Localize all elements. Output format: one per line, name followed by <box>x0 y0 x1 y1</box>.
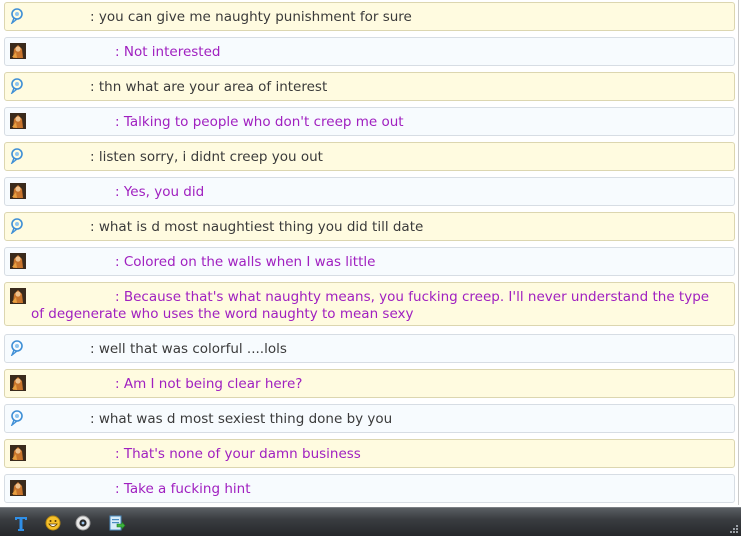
message-row: : Take a fucking hint <box>4 474 735 503</box>
file-transfer-icon[interactable] <box>108 514 126 532</box>
message-text: : Am I not being clear here? <box>115 376 303 392</box>
message-text: : Because that's what naughty means, you… <box>31 289 710 322</box>
text-format-icon[interactable] <box>12 514 30 532</box>
scroll-edge <box>738 0 739 505</box>
message-text: : what is d most naughtiest thing you di… <box>90 219 424 235</box>
message-text: : Not interested <box>115 44 221 60</box>
message-text: : Talking to people who don't creep me o… <box>115 114 404 130</box>
message-text: : you can give me naughty punishment for… <box>90 9 412 25</box>
message-text: : Take a fucking hint <box>115 481 251 497</box>
user-avatar-icon <box>10 288 26 304</box>
message-row: : Colored on the walls when I was little <box>4 247 735 276</box>
message-text: : That's none of your damn business <box>115 446 361 462</box>
message-text: : well that was colorful ....lols <box>90 341 287 357</box>
message-row: : you can give me naughty punishment for… <box>4 2 735 31</box>
message-row: : Not interested <box>4 37 735 66</box>
message-row: : well that was colorful ....lols <box>4 334 735 363</box>
resize-grip-icon[interactable] <box>729 524 739 534</box>
message-row: : Talking to people who don't creep me o… <box>4 107 735 136</box>
message-row: : what was d most sexiest thing done by … <box>4 404 735 433</box>
message-row: : what is d most naughtiest thing you di… <box>4 212 735 241</box>
message-row: : That's none of your damn business <box>4 439 735 468</box>
message-text: : listen sorry, i didnt creep you out <box>90 149 323 165</box>
message-row: : thn what are your area of interest <box>4 72 735 101</box>
message-row: : Yes, you did <box>4 177 735 206</box>
message-text: : Colored on the walls when I was little <box>115 254 376 270</box>
message-row: : listen sorry, i didnt creep you out <box>4 142 735 171</box>
chat-transcript: : you can give me naughty punishment for… <box>0 0 741 505</box>
chat-toolbar <box>0 507 741 536</box>
message-text: : thn what are your area of interest <box>90 79 328 95</box>
message-text: : what was d most sexiest thing done by … <box>90 411 393 427</box>
message-text: : Yes, you did <box>115 184 205 200</box>
emoticon-icon[interactable] <box>44 514 62 532</box>
message-row: : Because that's what naughty means, you… <box>4 282 735 326</box>
webcam-icon[interactable] <box>74 514 92 532</box>
message-row: : Am I not being clear here? <box>4 369 735 398</box>
